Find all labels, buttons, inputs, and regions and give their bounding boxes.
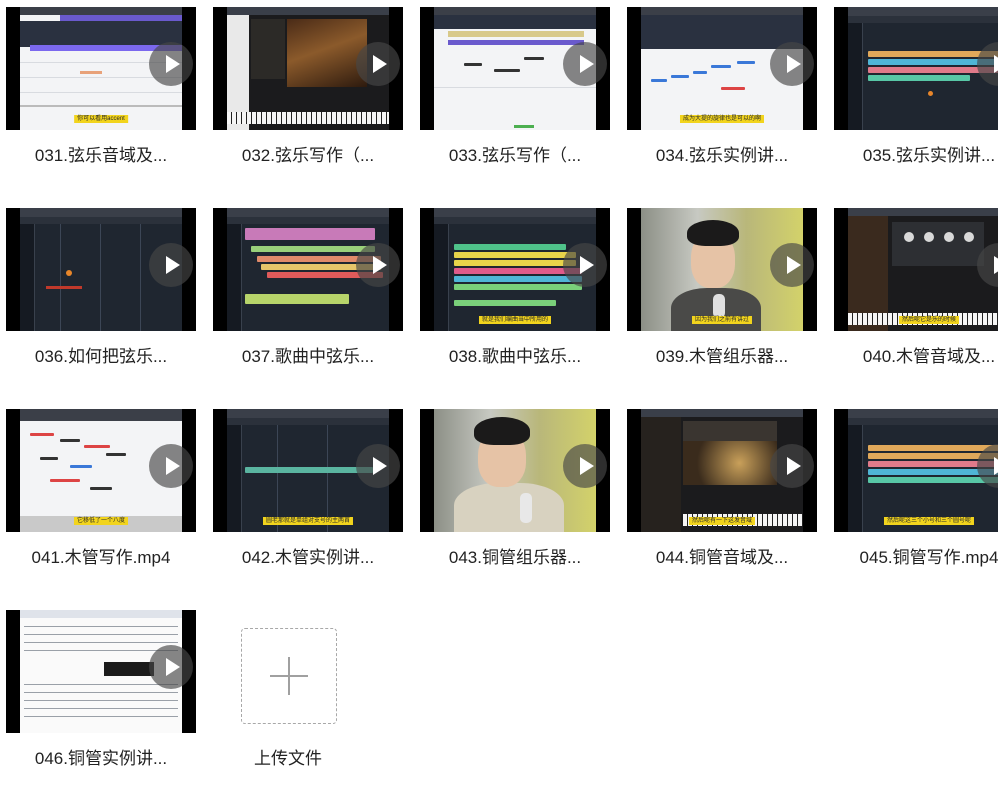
video-thumbnail[interactable]: 就是我们编曲当中所用的 [420,208,610,331]
play-icon[interactable] [149,443,193,488]
video-thumbnail[interactable] [213,7,403,130]
play-icon[interactable] [563,242,607,287]
file-name[interactable]: 039.木管组乐器... [627,342,817,367]
video-file-034[interactable]: 成为大提的旋律也是可以的啊 034.弦乐实例讲... [627,7,817,197]
video-thumbnail[interactable] [6,610,196,733]
play-icon[interactable] [563,443,607,488]
video-thumbnail[interactable]: 然后呢这三个小号和三个圆号呢 [834,409,998,532]
play-icon[interactable] [149,644,193,689]
file-name[interactable]: 031.弦乐音域及... [6,141,196,166]
video-thumbnail[interactable]: 然后呢有一下这发音域 [627,409,817,532]
video-file-033[interactable]: 033.弦乐写作（... [420,7,610,197]
video-thumbnail[interactable]: 然后呢它是乐的时候 [834,208,998,331]
subtitle-caption: 然后呢这三个小号和三个圆号呢 [883,517,975,525]
video-file-036[interactable]: 036.如何把弦乐... [6,208,196,398]
video-thumbnail[interactable]: 成为大提的旋律也是可以的啊 [627,7,817,130]
video-thumbnail[interactable] [420,409,610,532]
file-name[interactable]: 044.铜管音域及... [627,543,817,568]
play-icon[interactable] [356,242,400,287]
video-file-032[interactable]: 032.弦乐写作（... [213,7,403,197]
video-thumbnail[interactable] [213,208,403,331]
file-name[interactable]: 035.弦乐实例讲... [834,141,998,166]
file-name[interactable]: 045.铜管写作.mp4 [834,543,998,568]
video-file-039[interactable]: 因为我们之前有讲过 039.木管组乐器... [627,208,817,398]
video-file-046[interactable]: 046.铜管实例讲... [6,610,196,800]
upload-tile[interactable]: 上传文件 [213,610,403,800]
video-file-044[interactable]: 然后呢有一下这发音域 044.铜管音域及... [627,409,817,599]
video-thumbnail[interactable]: 因为我们之前有讲过 [627,208,817,331]
daw-screenshot [848,409,998,532]
subtitle-caption: 因为我们之前有讲过 [691,316,753,324]
subtitle-caption: 就是我们编曲当中所用的 [478,316,552,324]
play-icon[interactable] [770,41,814,86]
video-file-040[interactable]: 然后呢它是乐的时候 040.木管音域及... [834,208,998,398]
play-icon[interactable] [770,443,814,488]
file-name[interactable]: 033.弦乐写作（... [420,141,610,166]
file-name[interactable]: 043.铜管组乐器... [420,543,610,568]
video-file-042[interactable]: 圆老那就是单组对支号的主两首 042.木管实例讲... [213,409,403,599]
play-icon[interactable] [356,443,400,488]
video-file-035[interactable]: 035.弦乐实例讲... [834,7,998,197]
file-name[interactable]: 037.歌曲中弦乐... [213,342,403,367]
plugin-screenshot [848,208,998,331]
upload-button[interactable] [241,628,337,724]
upload-label[interactable]: 上传文件 [213,744,363,769]
video-file-038[interactable]: 就是我们编曲当中所用的 038.歌曲中弦乐... [420,208,610,398]
play-icon[interactable] [770,242,814,287]
subtitle-caption: 它移低了一个八度 [73,517,129,525]
video-thumbnail[interactable] [834,7,998,130]
video-file-041[interactable]: 它移低了一个八度 041.木管写作.mp4 [6,409,196,599]
video-thumbnail[interactable]: 圆老那就是单组对支号的主两首 [213,409,403,532]
file-name[interactable]: 034.弦乐实例讲... [627,141,817,166]
file-name[interactable]: 032.弦乐写作（... [213,141,403,166]
subtitle-caption: 然后呢它是乐的时候 [898,316,960,324]
play-icon[interactable] [149,242,193,287]
play-icon[interactable] [149,41,193,86]
video-thumbnail[interactable]: 你可以看用accent [6,7,196,130]
video-file-031[interactable]: 你可以看用accent 031.弦乐音域及... [6,7,196,197]
file-name[interactable]: 042.木管实例讲... [213,543,403,568]
video-thumbnail[interactable] [420,7,610,130]
video-file-043[interactable]: 043.铜管组乐器... [420,409,610,599]
play-icon[interactable] [563,41,607,86]
subtitle-caption: 然后呢有一下这发音域 [688,517,756,525]
file-name[interactable]: 041.木管写作.mp4 [6,543,196,568]
file-name[interactable]: 038.歌曲中弦乐... [420,342,610,367]
subtitle-caption: 圆老那就是单组对支号的主两首 [262,517,354,525]
subtitle-caption: 成为大提的旋律也是可以的啊 [679,115,765,123]
subtitle-caption: 你可以看用accent [74,115,128,123]
video-thumbnail[interactable] [6,208,196,331]
file-name[interactable]: 040.木管音域及... [834,342,998,367]
daw-screenshot [848,7,998,130]
play-icon[interactable] [356,41,400,86]
video-file-037[interactable]: 037.歌曲中弦乐... [213,208,403,398]
file-grid: 你可以看用accent 031.弦乐音域及... 032.弦乐写作（... 03… [0,0,998,773]
file-name[interactable]: 036.如何把弦乐... [6,342,196,367]
file-name[interactable]: 046.铜管实例讲... [6,744,196,769]
video-thumbnail[interactable]: 它移低了一个八度 [6,409,196,532]
video-file-045[interactable]: 然后呢这三个小号和三个圆号呢 045.铜管写作.mp4 [834,409,998,599]
